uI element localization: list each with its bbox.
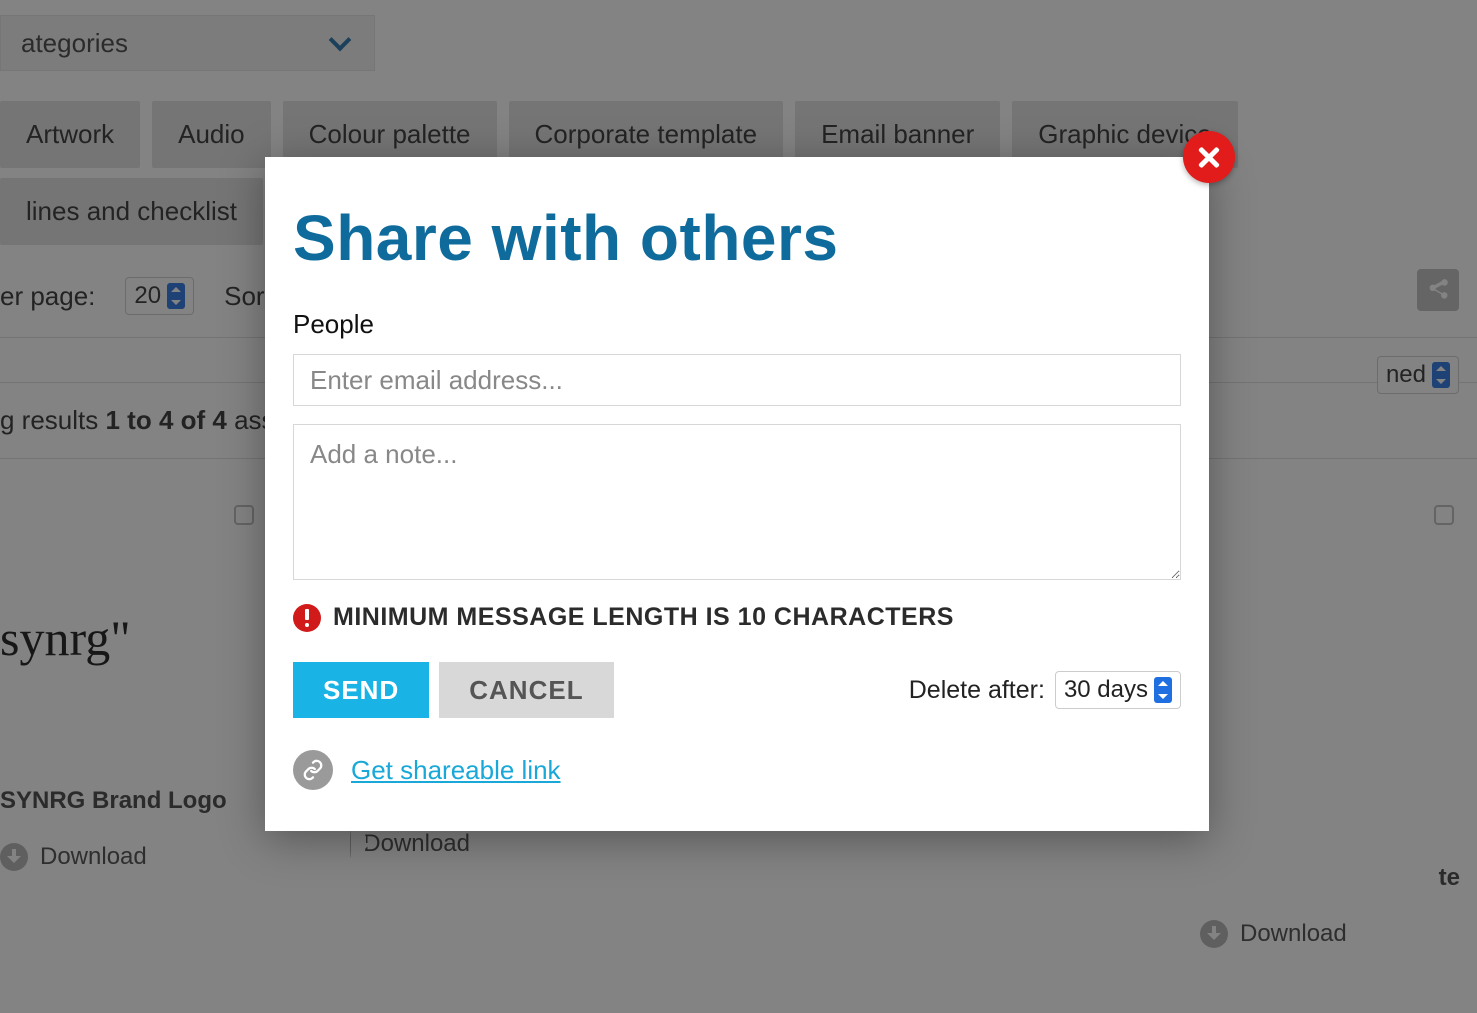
share-modal: Share with others People MINIMUM MESSAGE…: [265, 157, 1209, 831]
cancel-button[interactable]: CANCEL: [439, 662, 613, 718]
people-label: People: [293, 309, 1181, 340]
action-row: SEND CANCEL Delete after: 30 days: [293, 662, 1181, 718]
shareable-link-row: Get shareable link: [293, 750, 1181, 790]
stepper-icon: [1154, 677, 1172, 703]
error-text: MINIMUM MESSAGE LENGTH IS 10 CHARACTERS: [333, 603, 954, 632]
delete-after-select[interactable]: 30 days: [1055, 671, 1181, 709]
link-icon: [293, 750, 333, 790]
delete-after-group: Delete after: 30 days: [909, 671, 1181, 709]
error-row: MINIMUM MESSAGE LENGTH IS 10 CHARACTERS: [293, 603, 1181, 632]
email-input[interactable]: [293, 354, 1181, 406]
error-icon: [293, 604, 321, 632]
delete-after-value: 30 days: [1064, 676, 1148, 704]
get-shareable-link[interactable]: Get shareable link: [351, 755, 561, 786]
delete-after-label: Delete after:: [909, 676, 1045, 705]
modal-title: Share with others: [293, 201, 1181, 275]
note-textarea[interactable]: [293, 424, 1181, 580]
close-button[interactable]: [1183, 131, 1235, 183]
send-button[interactable]: SEND: [293, 662, 429, 718]
